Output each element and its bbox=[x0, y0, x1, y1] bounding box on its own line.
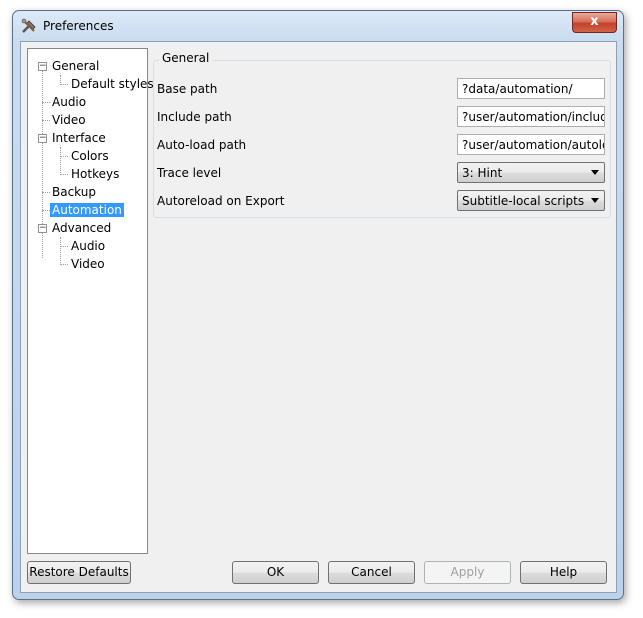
trace-level-value: 3: Hint bbox=[462, 166, 503, 180]
tree-connector bbox=[60, 84, 68, 85]
tree-item-audio[interactable]: Audio bbox=[50, 94, 88, 111]
tree-item-label: Backup bbox=[52, 185, 96, 199]
include-path-input[interactable]: ?user/automation/include/ bbox=[457, 106, 605, 127]
trace-level-select[interactable]: 3: Hint bbox=[457, 162, 605, 183]
tree-connector bbox=[60, 237, 61, 265]
collapse-interface-icon[interactable]: − bbox=[38, 134, 47, 143]
collapse-advanced-icon[interactable]: − bbox=[38, 224, 47, 233]
tree-item-default-styles[interactable]: Default styles bbox=[69, 76, 156, 93]
tree-item-label: Audio bbox=[52, 95, 87, 109]
dialog-client-area: − − − General Default styles Audio Video… bbox=[20, 41, 617, 593]
category-tree[interactable]: − − − General Default styles Audio Video… bbox=[27, 48, 154, 554]
tree-item-label: Video bbox=[52, 113, 86, 127]
apply-button[interactable]: Apply bbox=[424, 561, 511, 584]
cancel-button[interactable]: Cancel bbox=[328, 561, 415, 584]
tree-item-label: Hotkeys bbox=[71, 167, 120, 181]
tree-item-general[interactable]: General bbox=[50, 58, 101, 75]
tree-item-advanced[interactable]: Advanced bbox=[50, 220, 113, 237]
tree-connector bbox=[60, 246, 68, 247]
autoreload-value: Subtitle-local scripts bbox=[462, 194, 585, 208]
close-button[interactable]: x bbox=[572, 12, 617, 33]
tree-connector bbox=[60, 156, 68, 157]
collapse-general-icon[interactable]: − bbox=[38, 62, 47, 71]
tree-item-advanced-video[interactable]: Video bbox=[69, 256, 107, 273]
tree-item-hotkeys[interactable]: Hotkeys bbox=[69, 166, 121, 183]
tree-connector bbox=[42, 192, 50, 193]
tree-item-backup[interactable]: Backup bbox=[50, 184, 98, 201]
tree-item-advanced-audio[interactable]: Audio bbox=[69, 238, 107, 255]
include-path-label: Include path bbox=[157, 110, 232, 124]
tree-connector bbox=[42, 120, 50, 121]
tree-item-label: Interface bbox=[52, 131, 106, 145]
autoreload-label: Autoreload on Export bbox=[157, 194, 285, 208]
tree-item-label: Advanced bbox=[52, 221, 112, 235]
autoreload-select[interactable]: Subtitle-local scripts bbox=[457, 190, 605, 211]
chevron-down-icon bbox=[591, 198, 599, 203]
tree-connector bbox=[60, 264, 68, 265]
chevron-down-icon bbox=[591, 170, 599, 175]
tree-item-label: General bbox=[52, 59, 100, 73]
autoload-path-label: Auto-load path bbox=[157, 138, 247, 152]
tree-item-label: Colors bbox=[71, 149, 109, 163]
tree-item-label: Video bbox=[71, 257, 105, 271]
tree-connector bbox=[60, 174, 68, 175]
tree-connector bbox=[42, 210, 50, 211]
tree-item-label: Audio bbox=[71, 239, 106, 253]
close-icon: x bbox=[590, 14, 599, 29]
tree-item-automation[interactable]: Automation bbox=[50, 202, 124, 219]
tree-connector bbox=[42, 102, 50, 103]
preferences-window: Preferences x − − − General Default styl… bbox=[12, 10, 624, 600]
tools-icon bbox=[21, 18, 36, 33]
base-path-label: Base path bbox=[157, 82, 218, 96]
restore-defaults-button[interactable]: Restore Defaults bbox=[27, 561, 131, 584]
help-button[interactable]: Help bbox=[520, 561, 607, 584]
group-title: General bbox=[159, 51, 213, 65]
tree-connector bbox=[60, 147, 61, 175]
autoload-path-input[interactable]: ?user/automation/autoload/ bbox=[457, 134, 605, 155]
ok-button[interactable]: OK bbox=[232, 561, 319, 584]
tree-item-video[interactable]: Video bbox=[50, 112, 88, 129]
base-path-input[interactable]: ?data/automation/ bbox=[457, 78, 605, 99]
trace-level-label: Trace level bbox=[157, 166, 222, 180]
title-bar[interactable]: Preferences x bbox=[13, 11, 623, 41]
tree-item-colors[interactable]: Colors bbox=[69, 148, 111, 165]
tree-item-label: Automation bbox=[50, 203, 124, 217]
window-title: Preferences bbox=[43, 19, 114, 33]
tree-item-interface[interactable]: Interface bbox=[50, 130, 108, 147]
tree-item-label: Default styles bbox=[71, 77, 154, 91]
